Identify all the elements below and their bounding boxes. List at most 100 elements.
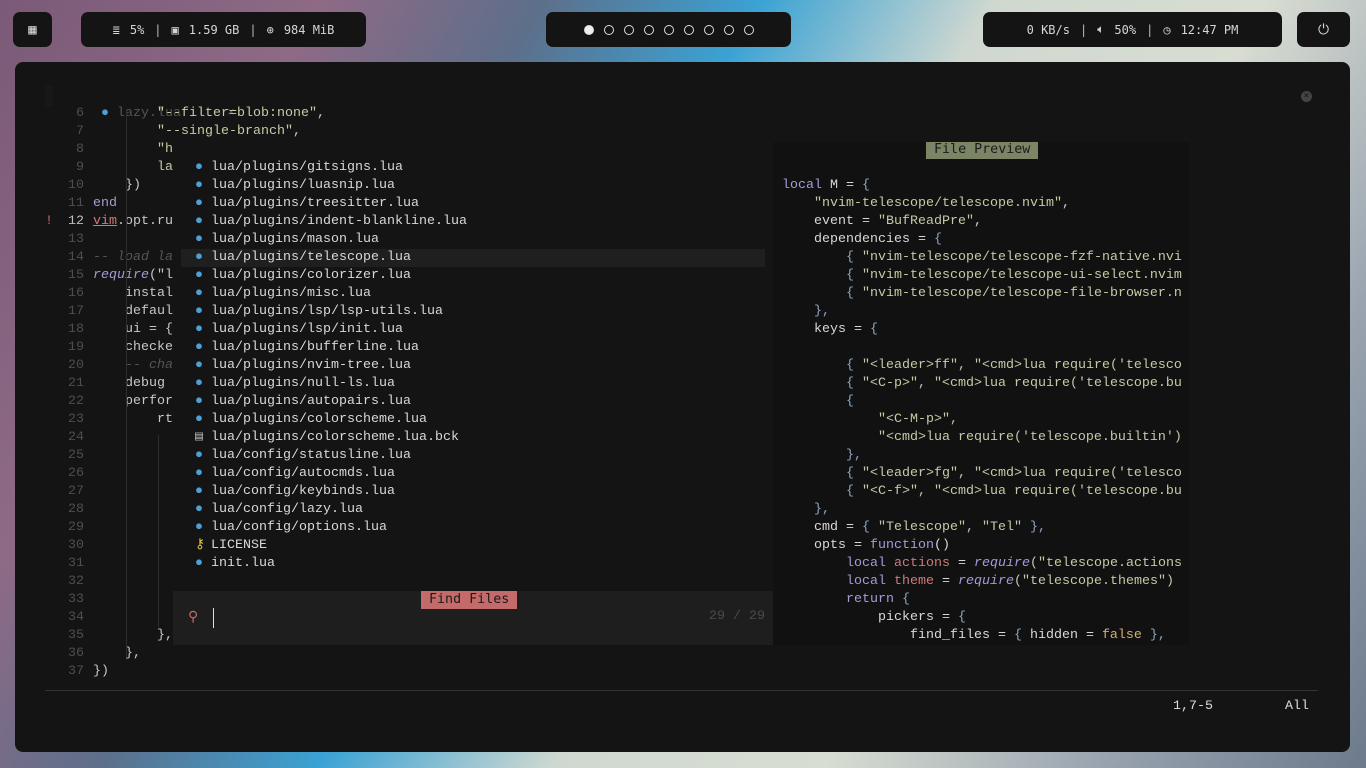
lua-file-icon: ● [195, 466, 203, 481]
result-item[interactable]: ● lua/plugins/misc.lua [181, 285, 765, 303]
result-item[interactable]: ● lua/plugins/treesitter.lua [181, 195, 765, 213]
line-number: 14 [68, 250, 84, 265]
code-token: }, [782, 304, 830, 319]
code-token: }, [93, 628, 173, 643]
result-item[interactable]: ● lua/plugins/lsp/lsp-utils.lua [181, 303, 765, 321]
result-item[interactable]: ● lua/config/autocmds.lua [181, 465, 765, 483]
result-item[interactable]: ● lua/plugins/lsp/init.lua [181, 321, 765, 339]
result-item[interactable]: ● lua/plugins/null-ls.lua [181, 375, 765, 393]
power-button[interactable]: ⏻ [1297, 12, 1350, 47]
result-item[interactable]: ● lua/plugins/bufferline.lua [181, 339, 765, 357]
line-number: 26 [68, 466, 84, 481]
code-token: la [157, 160, 173, 175]
search-input[interactable] [213, 608, 693, 628]
code-line: rt [93, 411, 173, 429]
clock-icon: ◷ [1163, 22, 1171, 37]
result-item[interactable]: ● lua/plugins/mason.lua [181, 231, 765, 249]
code-token: -- cha [93, 358, 173, 373]
result-item[interactable]: ● lua/config/statusline.lua [181, 447, 765, 465]
volume-icon[interactable]: 🔈︎ [1097, 22, 1104, 37]
lua-file-icon: ● [195, 160, 203, 175]
result-path: lua/plugins/luasnip.lua [211, 178, 395, 193]
result-item[interactable]: ● lua/config/options.lua [181, 519, 765, 537]
tab-lazy-lua[interactable]: ● lazy.lua × [85, 87, 235, 121]
workspace-4[interactable] [643, 24, 654, 35]
preview-line: local actions = require("telescope.actio… [782, 555, 1182, 573]
code-token: vim [93, 214, 117, 229]
telescope-prompt[interactable]: Find Files ⚲ 29 / 29 [173, 591, 773, 645]
code-token: checke [93, 340, 173, 355]
result-item[interactable]: ● lua/config/lazy.lua [181, 501, 765, 519]
result-path: lua/config/lazy.lua [211, 502, 363, 517]
code-line: -- load la [93, 249, 173, 267]
result-item[interactable]: ● lua/plugins/colorscheme.lua [181, 411, 765, 429]
result-item[interactable]: ▤ lua/plugins/colorscheme.lua.bck [181, 429, 765, 447]
workspace-1[interactable] [583, 24, 594, 35]
workspace-2[interactable] [603, 24, 614, 35]
preview-line: { "<leader>ff", "<cmd>lua require('teles… [782, 357, 1182, 375]
system-stats-panel: ≣ 5% | ▣ 1.59 GB | ⊕ 984 MiB [81, 12, 366, 47]
indent-guide [126, 111, 127, 657]
workspace-5[interactable] [663, 24, 674, 35]
result-item[interactable]: ● lua/plugins/nvim-tree.lua [181, 357, 765, 375]
workspace-8[interactable] [723, 24, 734, 35]
code-token: "nvim-telescope/telescope-ui-select.nvim [854, 268, 1182, 283]
code-line: checke [93, 339, 173, 357]
workspace-7[interactable] [703, 24, 714, 35]
result-path: lua/plugins/telescope.lua [211, 250, 411, 265]
line-number: 22 [68, 394, 84, 409]
code-token: }) [93, 178, 141, 193]
code-line: }, [93, 645, 141, 663]
result-item[interactable]: ● lua/plugins/telescope.lua [181, 249, 765, 267]
result-item[interactable]: ● lua/plugins/luasnip.lua [181, 177, 765, 195]
code-token: , [973, 214, 982, 229]
preview-line: { "nvim-telescope/telescope-file-browser… [782, 285, 1182, 303]
workspace-6[interactable] [683, 24, 694, 35]
line-number: 18 [68, 322, 84, 337]
code-token: { [861, 520, 870, 535]
result-item[interactable]: ● lua/plugins/colorizer.lua [181, 267, 765, 285]
result-path: lua/config/options.lua [211, 520, 387, 535]
code-token: theme [886, 574, 934, 589]
telescope-results[interactable]: ● lua/plugins/gitsigns.lua ● lua/plugins/lu… [173, 142, 773, 591]
code-token: { [782, 394, 854, 409]
launcher-button[interactable]: ▦ [13, 12, 52, 47]
result-item[interactable]: ● lua/config/keybinds.lua [181, 483, 765, 501]
network-speed: 0 KB/s [1026, 22, 1070, 37]
search-icon: ⚲ [188, 609, 199, 625]
line-number: 19 [68, 340, 84, 355]
lua-file-icon: ● [195, 250, 203, 265]
line-number: 17 [68, 304, 84, 319]
code-token: return [846, 592, 894, 607]
code-token: { [957, 610, 966, 625]
result-item[interactable]: ● init.lua [181, 555, 765, 573]
code-token: { [846, 358, 854, 373]
cpu-usage: 5% [129, 22, 145, 37]
code-line: }, [93, 627, 173, 645]
result-item[interactable]: ● lua/plugins/autopairs.lua [181, 393, 765, 411]
code-token: "--filter=blob:none" [157, 106, 317, 121]
grid-icon: ▦ [28, 21, 37, 38]
lua-file-icon: ● [195, 286, 203, 301]
code-line: -- cha [93, 357, 173, 375]
line-number: 23 [68, 412, 84, 427]
result-item[interactable]: ● lua/plugins/gitsigns.lua [181, 159, 765, 177]
preview-line: { "nvim-telescope/telescope-fzf-native.n… [782, 249, 1182, 267]
code-token: instal [93, 286, 173, 301]
line-number: 29 [68, 520, 84, 535]
window-close-icon[interactable]: × [1301, 91, 1312, 102]
code-token: "<C-M-p>", [782, 412, 958, 427]
code-token: ui = { [93, 322, 173, 337]
result-path: lua/plugins/treesitter.lua [211, 196, 419, 211]
line-number: 16 [68, 286, 84, 301]
code-token: require [93, 268, 149, 283]
code-token: ("telescope.themes") [1014, 574, 1174, 589]
workspace-3[interactable] [623, 24, 634, 35]
code-token: "BufReadPre" [877, 214, 974, 229]
workspace-9[interactable] [743, 24, 754, 35]
line-number: 8 [76, 142, 84, 157]
result-item[interactable]: ● lua/plugins/indent-blankline.lua [181, 213, 765, 231]
preview-line: keys = { [782, 321, 878, 339]
result-item[interactable]: ⚷ LICENSE [181, 537, 765, 555]
